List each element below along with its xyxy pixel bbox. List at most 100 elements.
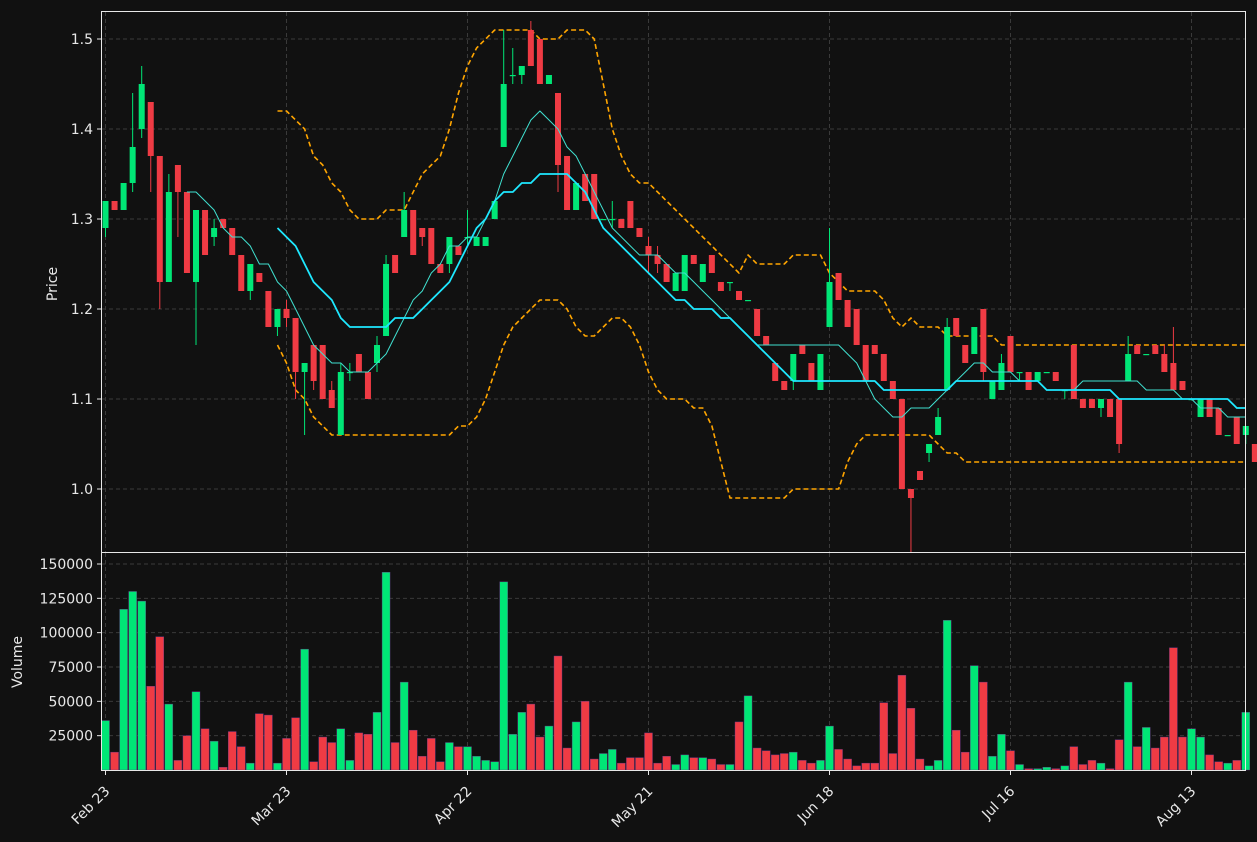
candle-body <box>518 66 525 75</box>
volume-bar <box>119 609 128 771</box>
volume-bar <box>725 764 735 771</box>
candle-body <box>862 345 869 381</box>
candle-body <box>736 291 742 300</box>
volume-bar <box>852 765 861 771</box>
candle-body <box>536 39 543 84</box>
volume-bar <box>481 760 490 771</box>
candle-body <box>672 273 679 291</box>
volume-bar <box>309 761 318 771</box>
volume-bar <box>626 757 635 771</box>
volume-bar <box>952 729 961 771</box>
candle-body <box>545 75 552 84</box>
volume-bar <box>933 760 943 771</box>
volume-bar <box>1232 760 1241 771</box>
volume-bar <box>608 749 617 771</box>
candle-body <box>364 372 371 399</box>
candle-body <box>636 228 643 237</box>
volume-bar <box>671 764 680 771</box>
candle-body <box>509 75 516 77</box>
volume-bar <box>771 754 780 771</box>
volume-bar <box>490 761 499 771</box>
volume-bar <box>825 725 834 771</box>
volume-bar <box>915 758 925 771</box>
volume-bar <box>562 747 572 771</box>
candle-body <box>1251 444 1257 462</box>
candle-body <box>898 399 905 489</box>
candle-body <box>790 354 797 381</box>
volume-bar <box>644 732 653 771</box>
volume-bar <box>1160 736 1169 771</box>
candle-body <box>301 363 308 372</box>
candle-body <box>156 156 163 282</box>
volume-bar <box>255 713 264 771</box>
volume-bar <box>227 731 237 771</box>
candle-body <box>193 210 199 282</box>
candle-body <box>500 84 507 147</box>
volume-tick-label: 100000 <box>40 626 93 642</box>
volume-bar <box>318 736 327 771</box>
volume-bar <box>454 746 463 771</box>
candle-body <box>708 255 715 273</box>
volume-bar <box>798 760 807 771</box>
candle-body <box>1233 417 1240 444</box>
volume-bar <box>653 762 662 771</box>
candle-body <box>754 309 761 336</box>
candle-body <box>817 354 824 390</box>
candle-body <box>328 390 335 408</box>
price-tick-label: 1.1 <box>71 392 93 408</box>
volume-tick-label: 25000 <box>48 729 93 745</box>
candle-body <box>1143 354 1150 356</box>
volume-bar <box>861 762 870 771</box>
volume-bar <box>979 681 988 771</box>
candle-body <box>138 84 145 129</box>
volume-bar <box>988 756 997 771</box>
volume-bar <box>734 721 744 771</box>
candle-body <box>944 327 951 390</box>
volume-bar <box>246 762 255 771</box>
candle-body <box>1161 354 1168 372</box>
volume-bar <box>752 747 762 771</box>
candle-body <box>428 228 435 264</box>
candle-body <box>844 300 851 327</box>
candle-body <box>1125 354 1132 381</box>
candle-body <box>392 255 399 273</box>
volume-bar <box>1205 754 1214 771</box>
candle-body <box>835 273 842 300</box>
price-axis-label: Price <box>45 267 61 301</box>
volume-bar <box>1223 762 1232 771</box>
candle-body <box>971 327 978 354</box>
candle-body <box>455 246 462 255</box>
volume-bar <box>590 758 599 771</box>
candle-body <box>527 30 534 66</box>
volume-bar <box>336 728 345 771</box>
volume-bar <box>1015 764 1024 771</box>
candle-body <box>283 309 290 318</box>
candle-body <box>1034 372 1041 381</box>
candle-body <box>319 345 326 399</box>
volume-bar <box>101 720 110 771</box>
volume-bar <box>499 581 508 771</box>
volume-bar <box>209 740 219 771</box>
volume-bar <box>553 655 563 771</box>
volume-bar <box>409 729 418 771</box>
volume-tick-label: 150000 <box>40 557 93 573</box>
volume-bar <box>390 742 400 771</box>
volume-bar <box>291 717 300 771</box>
volume-bar <box>1151 747 1160 771</box>
price-tick-label: 1.3 <box>71 212 93 228</box>
volume-bar <box>635 757 644 771</box>
volume-bar <box>1078 764 1088 771</box>
volume-bar <box>997 734 1006 771</box>
volume-bar <box>780 753 789 771</box>
candle-body <box>1016 372 1023 374</box>
volume-bar <box>544 725 554 771</box>
candlestick-chart: 1.0 1.1 1.2 1.3 1.4 1.5 25000 50000 75000 100000… <box>0 0 1257 842</box>
candle-body <box>726 282 733 284</box>
candle-body <box>337 372 344 435</box>
candle-body <box>880 354 887 381</box>
candle-body <box>935 417 942 435</box>
candle-body <box>419 228 426 237</box>
candle-body <box>853 309 860 345</box>
volume-bar <box>445 742 454 771</box>
volume-bar <box>942 620 952 771</box>
